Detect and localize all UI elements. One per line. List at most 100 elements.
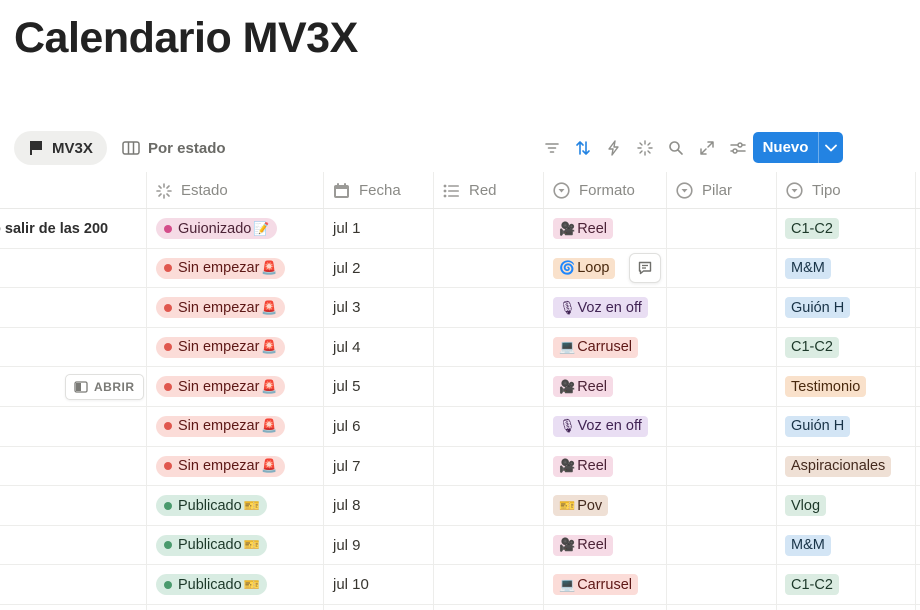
table-row[interactable]: ABRIR Sin empezar 🚨 jul 5 🎥 Reel Testimoni… xyxy=(0,367,920,407)
view-tab-label: MV3X xyxy=(52,139,93,157)
date-cell[interactable]: jul 3 xyxy=(333,288,361,327)
type-tag[interactable]: C1-C2 xyxy=(785,574,839,596)
filter-icon[interactable] xyxy=(536,134,567,162)
table-row[interactable]: Sin empezar 🚨 jul 7 🎥 Reel Aspiracionales xyxy=(0,447,920,487)
list-icon xyxy=(443,184,459,197)
row-title[interactable] xyxy=(0,565,146,604)
row-title[interactable] xyxy=(0,328,146,367)
type-tag[interactable]: M&M xyxy=(785,257,831,279)
comment-icon xyxy=(638,261,652,274)
table-row[interactable]: Sin empezar 🚨 jul 2 🌀 Loop M&M xyxy=(0,249,920,289)
status-badge[interactable]: Sin empezar 🚨 xyxy=(156,455,285,477)
status-badge[interactable]: Publicado 🎫 xyxy=(156,534,267,556)
status-badge[interactable]: Sin empezar 🚨 xyxy=(156,376,285,398)
status-badge[interactable]: Sin empezar 🚨 xyxy=(156,336,285,358)
status-badge[interactable]: Sin empezar 🚨 xyxy=(156,257,285,279)
view-tab-mv3x[interactable]: MV3X xyxy=(14,131,107,165)
view-toolbar xyxy=(536,134,753,162)
table-row[interactable]: Sin empezar 🚨 jul 3 🎙 Voz en off Guión H xyxy=(0,288,920,328)
table-row[interactable]: Sin empezar 🚨 jul 4 💻 Carrusel C1-C2 xyxy=(0,328,920,368)
new-button-label[interactable]: Nuevo xyxy=(753,132,819,163)
date-cell[interactable]: jul 6 xyxy=(333,407,361,446)
row-title[interactable] xyxy=(0,447,146,486)
date-cell[interactable]: jul 4 xyxy=(333,328,361,367)
table-row[interactable]: Publicado 🎫 jul 8 🎫 Pov Vlog xyxy=(0,486,920,526)
search-icon[interactable] xyxy=(660,134,691,162)
view-tab-por-estado[interactable]: Por estado xyxy=(122,131,226,165)
column-header-label: Formato xyxy=(579,182,635,199)
column-header-label: Red xyxy=(469,182,497,199)
date-cell[interactable]: jul 9 xyxy=(333,526,361,565)
lightning-icon[interactable] xyxy=(598,134,629,162)
column-header-label: Pilar xyxy=(702,182,733,199)
page-title: Calendario MV3X xyxy=(14,14,358,62)
column-header-label: Tipo xyxy=(812,182,841,199)
select-icon xyxy=(553,182,570,199)
type-tag[interactable]: Vlog xyxy=(785,495,827,517)
format-tag[interactable]: 🎥 Reel xyxy=(553,218,614,239)
row-title[interactable] xyxy=(0,407,146,446)
expand-icon[interactable] xyxy=(691,134,722,162)
calendar-icon xyxy=(334,182,349,198)
date-cell[interactable]: jul 2 xyxy=(333,249,361,288)
side-peek-icon xyxy=(74,381,88,394)
row-title[interactable] xyxy=(0,288,146,327)
format-tag[interactable]: 💻 Carrusel xyxy=(553,574,638,596)
format-tag[interactable]: 🎥 Reel xyxy=(553,534,614,556)
type-tag[interactable]: M&M xyxy=(785,534,831,556)
row-title[interactable] xyxy=(0,249,146,288)
settings-icon[interactable] xyxy=(722,134,753,162)
table-row[interactable]: Sin empezar 🚨 jul 6 🎙 Voz en off Guión H xyxy=(0,407,920,447)
column-header-tipo[interactable]: Tipo xyxy=(786,172,841,209)
format-tag[interactable]: 🎫 Pov xyxy=(553,495,609,517)
type-tag[interactable]: C1-C2 xyxy=(785,218,839,239)
column-header-label: Estado xyxy=(181,182,228,199)
table-row[interactable]: o salir de las 200 Guionizado 📝 jul 1 🎥 Re… xyxy=(0,209,920,249)
format-tag[interactable]: 🎥 Reel xyxy=(553,455,614,477)
table-row[interactable]: Publicado 🎫 jul 9 🎥 Reel M&M xyxy=(0,526,920,566)
open-button[interactable]: ABRIR xyxy=(65,374,144,401)
format-tag[interactable]: 🎙 Voz en off xyxy=(553,297,648,319)
column-header-label: Fecha xyxy=(359,182,401,199)
date-cell[interactable]: jul 10 xyxy=(333,565,369,604)
format-tag[interactable]: 💻 Carrusel xyxy=(553,336,638,358)
type-tag[interactable]: Guión H xyxy=(785,415,851,437)
sparkle-icon[interactable] xyxy=(629,134,660,162)
format-tag[interactable]: 🌀 Loop xyxy=(553,257,616,279)
status-badge[interactable]: Guionizado 📝 xyxy=(156,218,277,239)
column-header-fecha[interactable]: Fecha xyxy=(333,172,401,209)
status-icon xyxy=(156,182,172,199)
column-header-pilar[interactable]: Pilar xyxy=(676,172,732,209)
type-tag[interactable]: C1-C2 xyxy=(785,336,839,358)
open-button-label: ABRIR xyxy=(94,380,135,395)
date-cell[interactable]: jul 1 xyxy=(333,209,361,248)
format-tag[interactable]: 🎙 Voz en off xyxy=(553,415,648,437)
select-icon xyxy=(786,182,803,199)
flag-icon xyxy=(30,141,42,155)
row-title[interactable]: o salir de las 200 xyxy=(0,209,146,248)
chevron-down-icon[interactable] xyxy=(819,132,843,163)
date-cell[interactable]: jul 7 xyxy=(333,447,361,486)
format-tag[interactable]: 🎥 Reel xyxy=(553,376,614,398)
type-tag[interactable]: Guión H xyxy=(785,297,851,319)
table-row[interactable]: Publicado 🎫 jul 10 💻 Carrusel C1-C2 xyxy=(0,565,920,605)
date-cell[interactable]: jul 8 xyxy=(333,486,361,525)
status-badge[interactable]: Publicado 🎫 xyxy=(156,574,267,596)
select-icon xyxy=(676,182,693,199)
row-title[interactable] xyxy=(0,526,146,565)
type-tag[interactable]: Testimonio xyxy=(785,376,867,398)
status-badge[interactable]: Sin empezar 🚨 xyxy=(156,415,285,437)
row-title[interactable] xyxy=(0,486,146,525)
comment-button[interactable] xyxy=(629,252,661,283)
view-tab-label: Por estado xyxy=(148,139,226,157)
type-tag[interactable]: Aspiracionales xyxy=(785,455,892,477)
column-header-formato[interactable]: Formato xyxy=(553,172,635,209)
date-cell[interactable]: jul 5 xyxy=(333,367,361,406)
column-header-estado[interactable]: Estado xyxy=(156,172,228,209)
new-button[interactable]: Nuevo xyxy=(753,132,843,163)
sort-icon[interactable] xyxy=(567,134,598,162)
column-header-red[interactable]: Red xyxy=(443,172,497,209)
status-badge[interactable]: Sin empezar 🚨 xyxy=(156,297,285,319)
status-badge[interactable]: Publicado 🎫 xyxy=(156,495,267,517)
table-header: Estado Fecha Red Formato Pilar Tipo xyxy=(0,172,920,209)
